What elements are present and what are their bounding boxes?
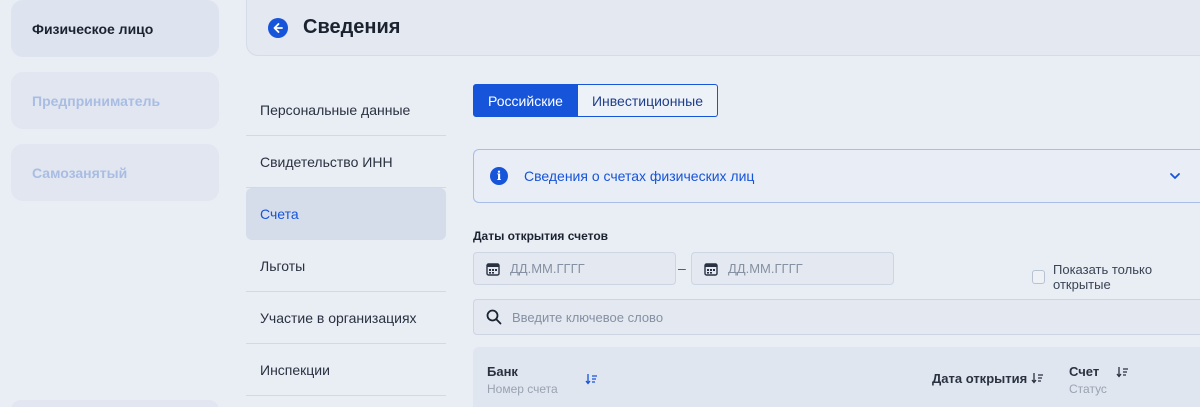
nav-item-label: Льготы xyxy=(260,257,306,274)
sort-icon[interactable] xyxy=(1116,366,1129,378)
tab-investment[interactable]: Инвестиционные xyxy=(578,84,718,117)
account-type-tabs: Российские Инвестиционные xyxy=(473,84,718,117)
section-nav: Персональные данные Свидетельство ИНН Сч… xyxy=(246,84,446,396)
role-entrepreneur-label: Предприниматель xyxy=(32,92,161,109)
dates-label: Даты открытия счетов xyxy=(473,229,609,243)
date-from-placeholder: ДД.ММ.ГГГГ xyxy=(510,261,585,276)
info-accordion-title: Сведения о счетах физических лиц xyxy=(524,168,755,184)
role-self-employed-label: Самозанятый xyxy=(32,164,128,181)
date-to-field[interactable]: ДД.ММ.ГГГГ xyxy=(691,252,894,285)
column-open-date-title: Дата открытия xyxy=(932,371,1028,386)
sort-icon[interactable] xyxy=(1031,372,1044,384)
chevron-down-icon xyxy=(1170,173,1180,179)
nav-item-inspections[interactable]: Инспекции xyxy=(246,344,446,396)
role-individual-label: Физическое лицо xyxy=(32,20,154,37)
search-input[interactable] xyxy=(512,309,1112,325)
back-button[interactable] xyxy=(268,17,288,38)
nav-item-benefits[interactable]: Льготы xyxy=(246,240,446,292)
role-entrepreneur[interactable]: Предприниматель xyxy=(11,72,219,129)
nav-item-label: Инспекции xyxy=(260,361,330,378)
accounts-table-header: Банк Номер счета Дата открытия Счет Стат… xyxy=(473,347,1200,407)
nav-item-accounts[interactable]: Счета xyxy=(246,188,446,240)
column-account-subtitle: Статус xyxy=(1069,382,1107,396)
nav-item-label: Счета xyxy=(260,205,299,222)
info-icon: i xyxy=(490,167,508,185)
nav-item-label: Свидетельство ИНН xyxy=(260,153,393,170)
column-bank[interactable]: Банк Номер счета xyxy=(487,364,598,396)
arrow-left-icon xyxy=(273,22,283,33)
info-accordion[interactable]: i Сведения о счетах физических лиц xyxy=(473,149,1200,203)
page-title: Сведения xyxy=(303,16,401,38)
sort-icon[interactable] xyxy=(585,373,598,385)
column-open-date[interactable]: Дата открытия xyxy=(932,371,1044,386)
date-separator: – xyxy=(678,260,686,276)
page-header: Сведения xyxy=(246,0,1200,56)
nav-item-label: Персональные данные xyxy=(260,101,411,118)
date-from-field[interactable]: ДД.ММ.ГГГГ xyxy=(473,252,676,285)
nav-item-organizations[interactable]: Участие в организациях xyxy=(246,292,446,344)
only-open-label: Показать только открытые xyxy=(1053,262,1153,292)
role-individual[interactable]: Физическое лицо xyxy=(11,0,219,57)
calendar-icon xyxy=(704,262,718,276)
only-open-toggle[interactable]: Показать только открытые xyxy=(1032,262,1200,292)
calendar-icon xyxy=(486,262,500,276)
nav-item-personal-data[interactable]: Персональные данные xyxy=(246,84,446,136)
date-to-placeholder: ДД.ММ.ГГГГ xyxy=(728,261,803,276)
role-card-partial[interactable] xyxy=(11,400,219,407)
tab-russian[interactable]: Российские xyxy=(473,84,578,117)
only-open-checkbox[interactable] xyxy=(1032,270,1045,284)
column-account-title: Счет xyxy=(1069,364,1100,379)
search-bar xyxy=(473,299,1200,335)
role-self-employed[interactable]: Самозанятый xyxy=(11,144,219,201)
nav-item-label: Участие в организациях xyxy=(260,309,417,326)
column-bank-subtitle: Номер счета xyxy=(487,382,558,396)
column-account[interactable]: Счет Статус xyxy=(1069,364,1129,396)
nav-item-inn-certificate[interactable]: Свидетельство ИНН xyxy=(246,136,446,188)
search-icon xyxy=(486,309,502,325)
column-bank-title: Банк xyxy=(487,364,518,379)
